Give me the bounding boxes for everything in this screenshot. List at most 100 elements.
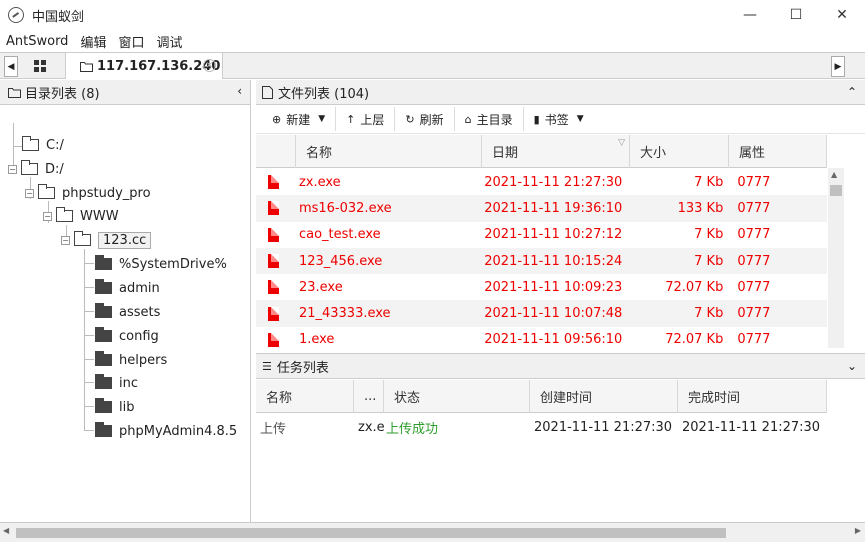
table-row[interactable]: zx.exe 2021-11-11 21:27:30 7 Kb 0777 [256,169,827,195]
column-header-attr[interactable]: 属性 [729,135,827,168]
collapse-toggle-icon[interactable]: − [25,188,34,198]
column-header-size[interactable]: 大小 [630,135,729,168]
home-dir-button[interactable]: ⌂ 主目录 [455,107,524,131]
collapse-toggle-icon[interactable]: − [8,164,17,174]
table-row[interactable]: 21_43333.exe 2021-11-11 10:07:48 7 Kb 0777 [256,300,827,327]
tree-node-c-drive[interactable]: C:/ [22,135,64,155]
folder-icon [80,61,93,72]
new-button[interactable]: ⊕ 新建 ▼ [262,107,337,131]
task-col-name[interactable]: 名称 [256,380,354,413]
tree-node-label: phpMyAdmin4.8.5 [119,423,238,439]
column-header-date-label: 日期 [492,146,519,161]
scroll-up-icon[interactable]: ▲ [831,170,837,179]
folder-icon [95,422,112,437]
tab-scroll-left-button[interactable]: ◀ [4,56,18,77]
tab-scroll-right-button[interactable]: ▶ [831,56,845,77]
folder-icon [95,327,112,342]
title-bar: 中国蚁剑 — ☐ ✕ [0,0,865,30]
file-icon [268,306,279,321]
table-row[interactable]: cao_test.exe 2021-11-11 10:27:12 7 Kb 0777 [256,222,827,248]
table-row[interactable]: 123_456.exe 2021-11-11 10:15:24 7 Kb 0777 [256,247,827,275]
table-row[interactable]: 23.exe 2021-11-11 10:09:23 72.07 Kb 0777 [256,274,827,300]
collapse-up-icon[interactable]: ⌃ [847,85,857,99]
menu-antsword[interactable]: AntSword [0,34,74,49]
collapse-left-icon[interactable]: ‹ [237,84,242,98]
tree-node-label: phpstudy_pro [62,185,151,201]
up-level-button[interactable]: ↑ 上层 [336,107,396,131]
scroll-right-icon[interactable]: ▶ [855,526,861,535]
task-row[interactable]: 上传 zx.e 上传成功 2021-11-11 21:27:30 2021-11… [256,414,827,440]
folder-icon [38,184,55,199]
task-col-more[interactable]: ... [354,380,384,413]
file-toolbar: ⊕ 新建 ▼ ↑ 上层 ↻ 刷新 ⌂ 主目录 ▮ 书签 ▼ [256,105,865,134]
caret-down-icon: ▼ [318,114,326,124]
menu-edit[interactable]: 编辑 [74,32,112,51]
refresh-button[interactable]: ↻ 刷新 [395,107,455,131]
horizontal-scrollbar[interactable]: ◀ ▶ [0,522,865,542]
file-icon [262,85,273,99]
bookmark-button[interactable]: ▮ 书签 ▼ [524,107,594,131]
antsword-logo-icon [8,7,24,23]
tree-node-inc[interactable]: inc [95,373,138,393]
column-header-date[interactable]: 日期 ▽ [482,135,630,168]
tree-node-phpmyadmin[interactable]: phpMyAdmin4.8.5 [95,421,237,441]
tree-node-label: D:/ [45,161,64,177]
tree-node-assets[interactable]: assets [95,302,160,322]
task-col-created[interactable]: 创建时间 [530,380,678,413]
tree-node-admin[interactable]: admin [95,278,160,298]
folder-icon [95,351,112,366]
tree-node-123cc[interactable]: − 123.cc [61,230,152,250]
collapse-down-icon[interactable]: ⌄ [847,359,857,373]
table-row[interactable]: 1.exe 2021-11-11 09:56:10 72.07 Kb 0777 [256,327,827,347]
tree-node-config[interactable]: config [95,326,159,346]
file-list-scrollbar[interactable]: ▲ [828,168,844,348]
tree-node-systemdrive[interactable]: %SystemDrive% [95,254,227,274]
task-col-finished[interactable]: 完成时间 [678,380,827,413]
minimize-button[interactable]: — [727,0,773,30]
tree-node-www[interactable]: − WWW [43,206,119,226]
file-icon [268,332,279,347]
tree-node-label: config [119,328,159,344]
column-header-name[interactable]: 名称 [296,135,482,168]
collapse-toggle-icon[interactable]: − [43,211,52,221]
scrollbar-thumb[interactable] [16,528,726,538]
folder-icon [95,374,112,389]
new-button-label: 新建 [286,112,311,127]
maximize-button[interactable]: ☐ [773,0,819,30]
tree-node-label: WWW [80,208,119,224]
collapse-toggle-icon[interactable]: − [61,235,70,245]
directory-panel: 目录列表 (8) ‹ C:/ − D:/ − phpstudy_pro − WW… [0,80,251,522]
tree-node-label: assets [119,304,161,320]
scroll-left-icon[interactable]: ◀ [3,526,9,535]
task-table-header: 名称 ... 状态 创建时间 完成时间 [256,380,827,413]
folder-icon [95,303,112,318]
table-row[interactable]: ms16-032.exe 2021-11-11 19:36:10 133 Kb 077… [256,195,827,222]
tree-node-helpers[interactable]: helpers [95,350,167,370]
bookmark-label: 书签 [544,112,569,127]
home-icon: ⌂ [464,112,472,126]
refresh-label: 刷新 [419,112,444,127]
tree-node-label: helpers [119,352,168,368]
file-icon [268,175,279,190]
tree-node-lib[interactable]: lib [95,397,134,417]
tab-shell-session[interactable]: 117.167.136.240 ✕ [65,53,223,79]
menu-debug[interactable]: 调试 [150,32,188,51]
home-dir-label: 主目录 [476,112,513,127]
tree-node-label: inc [119,375,138,391]
menu-window[interactable]: 窗口 [112,32,150,51]
close-button[interactable]: ✕ [819,0,865,30]
folder-icon [95,255,112,270]
tree-node-phpstudy-pro[interactable]: − phpstudy_pro [25,183,151,203]
tree-node-label: admin [119,280,160,296]
tree-node-d-drive[interactable]: − D:/ [8,159,64,179]
scrollbar-thumb[interactable] [830,185,842,196]
refresh-icon: ↻ [405,112,415,126]
tab-home[interactable] [21,54,59,78]
tab-bar: ◀ 117.167.136.240 ✕ ▶ [0,52,865,79]
file-icon [268,227,279,242]
file-icon [268,201,279,216]
task-col-status[interactable]: 状态 [384,380,530,413]
file-icon [268,280,279,295]
directory-tree: C:/ − D:/ − phpstudy_pro − WWW − 123.cc … [0,105,250,522]
tab-close-icon[interactable]: ✕ [203,59,216,72]
